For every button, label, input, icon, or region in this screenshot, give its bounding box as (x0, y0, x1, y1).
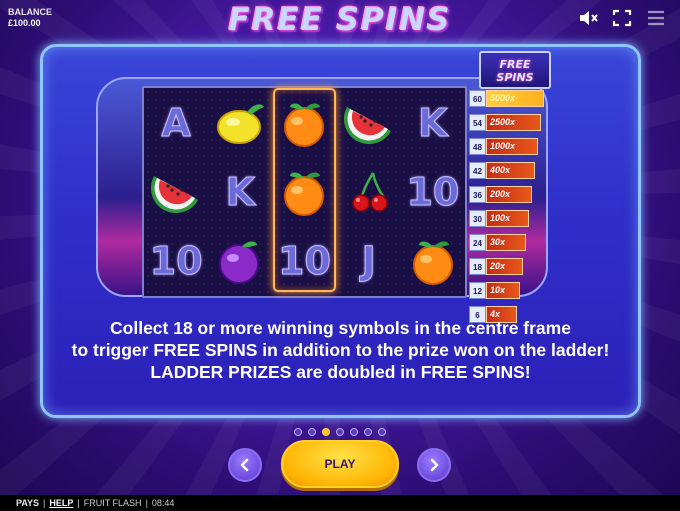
reel-letter: 10 (278, 239, 332, 284)
ladder-prize: 1000x (486, 138, 538, 155)
ladder-count: 42 (469, 162, 486, 179)
reel-letter: K (418, 100, 448, 145)
footer-separator: | (77, 498, 80, 508)
ladder-title-line1: FREE (499, 58, 531, 71)
ladder-count: 12 (469, 282, 486, 299)
rules-text: Collect 18 or more winning symbols in th… (60, 317, 621, 383)
ladder-prize: 20x (486, 258, 523, 275)
ladder-title: FREE SPINS (479, 51, 551, 89)
pays-link[interactable]: PAYS (16, 495, 39, 511)
reel-letter: A (161, 100, 191, 145)
top-toolbar (578, 9, 666, 27)
reel-symbol-10: 10 (144, 227, 208, 296)
reel-letter: 10 (149, 239, 203, 284)
page-dot[interactable] (378, 428, 386, 436)
rules-line-1: Collect 18 or more winning symbols in th… (110, 318, 571, 338)
help-link[interactable]: HELP (49, 495, 73, 511)
menu-icon[interactable] (646, 9, 666, 27)
previous-page-button[interactable] (228, 448, 262, 482)
reel-letter: J (361, 239, 376, 284)
page-dot[interactable] (336, 428, 344, 436)
sound-muted-icon[interactable] (578, 9, 598, 27)
lemon-icon (208, 88, 272, 157)
ladder-count: 18 (469, 258, 486, 275)
plum-icon (208, 227, 272, 296)
reel-grid: A K K 10 10 10 J (142, 86, 467, 298)
ladder-title-line2: SPINS (496, 71, 534, 84)
page-indicator (294, 428, 386, 436)
ladder-prize: 10x (486, 282, 520, 299)
fullscreen-icon[interactable] (612, 9, 632, 27)
reel-symbol-a: A (144, 88, 208, 157)
ladder-prize: 100x (486, 210, 529, 227)
chevron-right-icon (430, 458, 439, 472)
ladder-count: 48 (469, 138, 486, 155)
ladder-prize: 200x (486, 186, 532, 203)
orange-icon (272, 88, 336, 157)
footer-separator: | (43, 498, 46, 508)
ladder-prize: 400x (486, 162, 535, 179)
reel-symbol-j: J (337, 227, 401, 296)
cherries-icon (337, 157, 401, 226)
ladder-prize: 5000x (486, 90, 544, 107)
game-name: FRUIT FLASH (83, 498, 142, 508)
page-dot[interactable] (294, 428, 302, 436)
page-dot[interactable] (322, 428, 330, 436)
reel-symbol-10: 10 (272, 227, 336, 296)
page-dot[interactable] (364, 428, 372, 436)
ladder-prize: 2500x (486, 114, 541, 131)
footer-separator: | (145, 498, 148, 508)
clock: 08:44 (151, 498, 175, 508)
page-dot[interactable] (308, 428, 316, 436)
reel-letter: K (225, 169, 256, 214)
watermelon-icon (337, 88, 401, 157)
play-button[interactable]: PLAY (281, 440, 399, 488)
reel-letter: 10 (406, 169, 460, 214)
footer-bar: PAYS | HELP | FRUIT FLASH | 08:44 (0, 495, 680, 511)
orange-icon (401, 227, 465, 296)
ladder-prize: 30x (486, 234, 526, 251)
ladder-count: 30 (469, 210, 486, 227)
orange-icon (272, 157, 336, 226)
ladder-count: 60 (469, 90, 486, 107)
ladder-count: 36 (469, 186, 486, 203)
chevron-left-icon (240, 458, 249, 472)
rules-line-2: to trigger FREE SPINS in addition to the… (71, 340, 610, 360)
ladder-count: 24 (469, 234, 486, 251)
reel-symbol-k: K (208, 157, 272, 226)
page-dot[interactable] (350, 428, 358, 436)
ladder-count: 54 (469, 114, 486, 131)
reel-symbol-k: K (401, 88, 465, 157)
rules-line-3: LADDER PRIZES are doubled in FREE SPINS! (150, 362, 531, 382)
reel-symbol-10: 10 (401, 157, 465, 226)
watermelon-icon (144, 157, 208, 226)
next-page-button[interactable] (417, 448, 451, 482)
